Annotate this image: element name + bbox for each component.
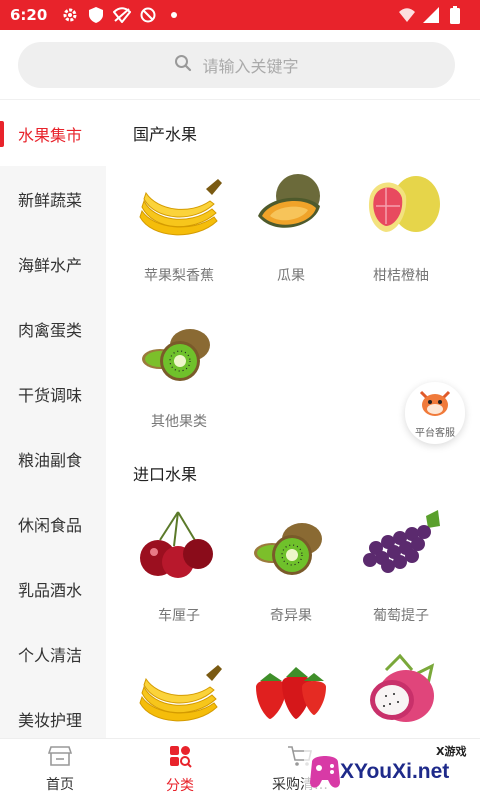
status-time: 6:20	[10, 6, 48, 24]
product-tile[interactable]: 其他果类	[124, 307, 234, 431]
settings-icon	[61, 6, 79, 24]
wifi-off-icon	[113, 6, 132, 24]
dragonfruit-image	[346, 647, 456, 737]
tab-category-label: 分类	[166, 778, 194, 794]
search-placeholder: 请输入关键字	[202, 57, 299, 76]
kiwi-image	[236, 501, 346, 591]
cherry-image	[124, 501, 234, 591]
store-icon	[47, 745, 73, 771]
sidebar-item-fruit[interactable]: 水果集市	[0, 101, 106, 166]
product-name: 奇异果	[270, 608, 312, 624]
product-tile[interactable]: 葡萄提子	[346, 501, 456, 625]
melon-image	[236, 161, 346, 251]
product-tile[interactable]: 苹果梨香蕉	[124, 161, 234, 285]
category-sidebar: 水果集市 新鲜蔬菜 海鲜水产 肉禽蛋类 干货调味 粮油副食 休闲食品 乳品酒水 …	[0, 101, 106, 738]
search-icon	[174, 54, 192, 76]
shield-icon	[87, 6, 105, 24]
product-name: 车厘子	[158, 608, 200, 624]
product-name: 苹果梨香蕉	[144, 268, 214, 284]
strawberry-image	[236, 647, 346, 737]
product-tile[interactable]	[346, 647, 456, 737]
product-tile[interactable]	[236, 647, 346, 737]
no-disturb-icon	[139, 6, 157, 24]
product-name: 瓜果	[277, 268, 305, 284]
grape-image	[346, 501, 456, 591]
sidebar-item-dairy-drinks[interactable]: 乳品酒水	[0, 556, 106, 621]
dot-icon	[165, 6, 183, 24]
wifi-x-icon	[398, 6, 416, 24]
product-tile[interactable]: 瓜果	[236, 161, 346, 285]
customer-service-button[interactable]: 平台客服	[405, 382, 465, 444]
product-tile[interactable]: 柑桔橙柚	[346, 161, 456, 285]
product-tile[interactable]: 奇异果	[236, 501, 346, 625]
watermark-small-text: X游戏	[436, 745, 467, 758]
battery-icon	[446, 6, 464, 24]
product-tile[interactable]: 车厘子	[124, 501, 234, 625]
sidebar-item-seafood[interactable]: 海鲜水产	[0, 231, 106, 296]
section-title: 进口水果	[133, 465, 198, 484]
section-title: 国产水果	[133, 125, 198, 144]
tab-home-label: 首页	[46, 777, 74, 793]
tab-category[interactable]: 分类	[120, 739, 240, 800]
product-tile[interactable]	[124, 647, 234, 737]
product-name: 其他果类	[151, 414, 207, 430]
sidebar-item-snacks[interactable]: 休闲食品	[0, 491, 106, 556]
watermark-big-text: XYouXi.net	[340, 760, 450, 783]
kiwi-image	[124, 307, 234, 397]
tab-home[interactable]: 首页	[0, 739, 120, 800]
sidebar-item-dry-goods[interactable]: 干货调味	[0, 361, 106, 426]
search-input[interactable]: 请输入关键字	[18, 42, 455, 88]
sidebar-item-vegetables[interactable]: 新鲜蔬菜	[0, 166, 106, 231]
sidebar-item-beauty[interactable]: 美妆护理	[0, 686, 106, 738]
banana-image	[124, 161, 234, 251]
search-bar-container: 请输入关键字	[0, 30, 480, 100]
status-bar: 6:20	[0, 0, 480, 30]
banana-image	[124, 647, 234, 737]
customer-service-label: 平台客服	[415, 427, 455, 439]
product-name: 柑桔橙柚	[373, 268, 429, 284]
sidebar-item-grain-oil[interactable]: 粮油副食	[0, 426, 106, 491]
sidebar-item-meat-eggs[interactable]: 肉禽蛋类	[0, 296, 106, 361]
pomelo-image	[346, 161, 456, 251]
category-icon	[168, 744, 192, 772]
mascot-icon	[417, 388, 453, 422]
product-name: 葡萄提子	[373, 608, 429, 624]
sidebar-item-personal-care[interactable]: 个人清洁	[0, 621, 106, 686]
signal-icon	[422, 6, 440, 24]
